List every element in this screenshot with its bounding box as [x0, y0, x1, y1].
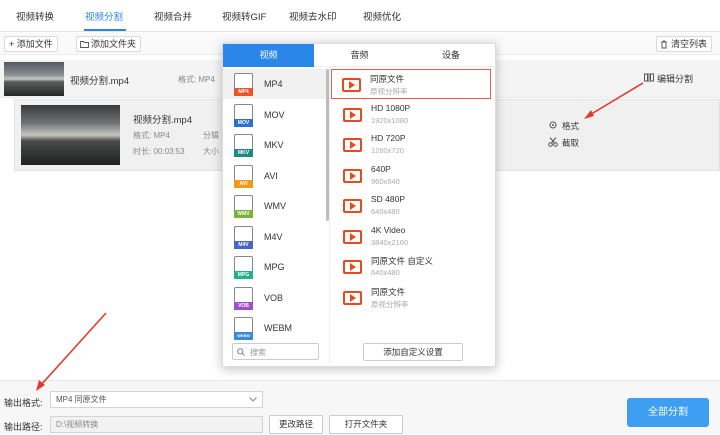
annotation-arrows — [36, 82, 644, 391]
arrow-to-output-format — [36, 312, 107, 391]
arrow-to-edit-split — [584, 82, 644, 119]
